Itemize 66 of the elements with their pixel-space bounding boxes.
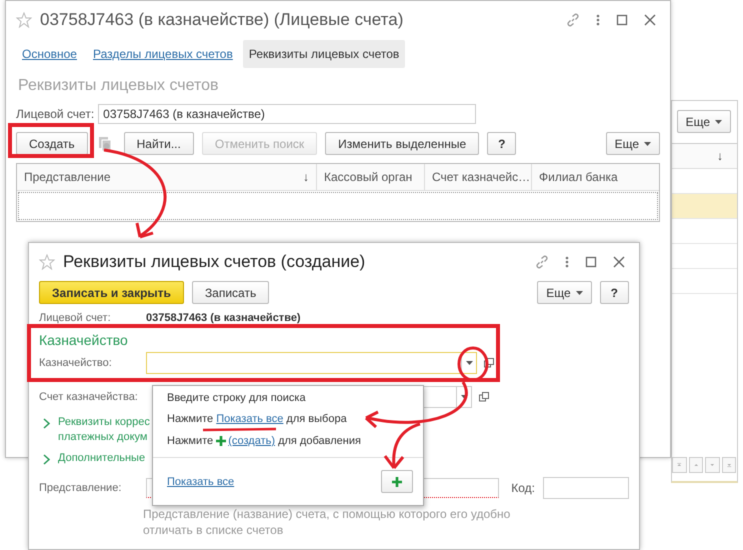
show-all-link[interactable]: Показать все	[216, 413, 284, 425]
column-header[interactable]: Филиал банка	[532, 164, 659, 190]
account-field[interactable]: 03758J7463 (в казначействе)	[98, 104, 476, 124]
hint-line: Введите строку для поиска	[167, 391, 306, 406]
group-title: Казначейство	[39, 332, 129, 348]
more-button[interactable]: Еще	[676, 110, 731, 133]
tab[interactable]: Основное	[16, 40, 83, 68]
open-icon[interactable]	[484, 358, 494, 368]
column-header[interactable]: Кассовый орган	[317, 164, 425, 190]
more-button[interactable]: Еще	[537, 281, 592, 304]
column-header[interactable]: Представление ↓	[17, 164, 317, 190]
show-all-link[interactable]: Показать все	[167, 476, 234, 488]
treasury-field[interactable]	[146, 352, 477, 374]
toolbar-button[interactable]: Найти...	[124, 132, 194, 155]
hint-text: Представление (название) счета, с помощью которого его удобно отличать в списке счетов	[143, 506, 512, 538]
table-row[interactable]	[18, 192, 658, 220]
group-expander[interactable]: Реквизиты коррес платежных докум	[58, 415, 150, 445]
tab[interactable]: Разделы лицевых счетов	[86, 40, 239, 68]
code-field[interactable]	[543, 477, 629, 499]
group-expander[interactable]: Дополнительные	[58, 451, 146, 466]
field-label: Казначейство:	[39, 357, 113, 369]
help-button[interactable]: ?	[600, 281, 629, 304]
hint-line: Нажмите Показать все для выбора	[167, 412, 347, 427]
star-icon[interactable]	[16, 12, 32, 28]
save-close-button[interactable]: Записать и закрыть	[39, 281, 184, 304]
close-icon[interactable]	[613, 256, 625, 268]
window-title: 03758J7463 (в казначействе) (Лицевые счета)	[40, 10, 404, 30]
field-label: Лицевой счет:	[16, 107, 94, 121]
save-button[interactable]: Записать	[192, 281, 270, 304]
chevron-right-icon[interactable]	[43, 454, 50, 465]
close-icon[interactable]	[644, 14, 656, 26]
star-icon[interactable]	[39, 254, 55, 270]
create-link[interactable]: (создать)	[228, 435, 276, 447]
help-button[interactable]: ?	[487, 132, 516, 155]
column-header[interactable]: Счет казначейс…	[425, 164, 532, 190]
scroll-last-icon[interactable]	[722, 457, 736, 473]
caret-icon[interactable]	[715, 120, 722, 124]
link-icon[interactable]	[566, 13, 580, 27]
sort-mark: ↓	[303, 170, 309, 184]
maximize-icon[interactable]	[585, 256, 597, 268]
plus-icon[interactable]	[216, 436, 226, 446]
maximize-icon[interactable]	[616, 14, 628, 26]
link-icon[interactable]	[535, 255, 549, 269]
caret-icon[interactable]	[644, 142, 651, 146]
dropdown-arrow-icon[interactable]	[466, 361, 472, 365]
window-title: Реквизиты лицевых счетов (создание)	[63, 252, 366, 272]
add-button[interactable]	[381, 470, 413, 493]
plus-icon[interactable]	[392, 476, 402, 486]
more-icon[interactable]	[565, 255, 569, 269]
tab[interactable]: Реквизиты лицевых счетов	[242, 40, 406, 68]
field-label: Представление:	[39, 482, 122, 494]
more-icon[interactable]	[596, 13, 600, 27]
section-title: Реквизиты лицевых счетов	[18, 77, 220, 95]
field-label: Код:	[511, 481, 535, 495]
more-button[interactable]: Еще	[606, 132, 660, 155]
chevron-right-icon[interactable]	[43, 418, 50, 429]
sort-mark: ↓	[717, 149, 723, 163]
toolbar-button[interactable]: Создать	[16, 132, 88, 155]
hint-line: Нажмите (создать) для добавления	[167, 434, 361, 449]
account-value: 03758J7463 (в казначействе)	[146, 312, 301, 324]
open-icon[interactable]	[479, 392, 489, 402]
field-label: Счет казначейства:	[39, 391, 139, 403]
field-label: Лицевой счет:	[39, 312, 112, 324]
dropdown-arrow-icon[interactable]	[460, 395, 468, 399]
toolbar-button[interactable]: Изменить выделенные	[325, 132, 480, 155]
caret-icon[interactable]	[576, 290, 583, 294]
